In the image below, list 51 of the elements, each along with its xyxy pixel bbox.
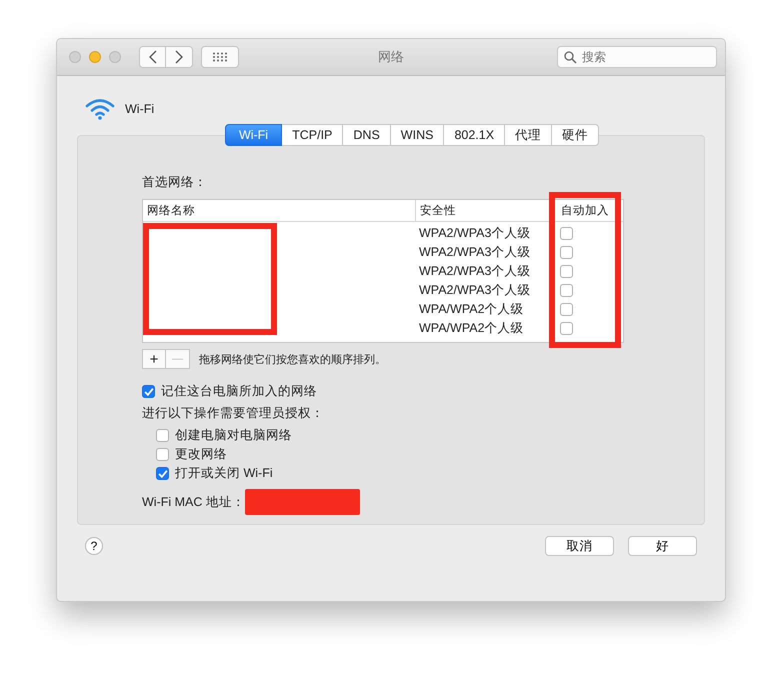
- mac-address-label: Wi-Fi MAC 地址：: [142, 494, 245, 510]
- tab[interactable]: 802.1X: [444, 124, 506, 146]
- search-field[interactable]: 搜索: [557, 46, 717, 68]
- add-button[interactable]: +: [142, 349, 166, 369]
- tab[interactable]: DNS: [343, 124, 391, 146]
- section-label: 进行以下操作需要管理员授权：: [142, 405, 325, 422]
- chevron-right-icon: [175, 50, 183, 64]
- checkbox[interactable]: [560, 265, 573, 278]
- interface-name: Wi-Fi: [125, 102, 154, 116]
- checkbox[interactable]: [156, 467, 169, 480]
- chevron-left-icon: [148, 50, 156, 64]
- checkbox[interactable]: [560, 227, 573, 240]
- tab[interactable]: WINS: [390, 124, 444, 146]
- tab[interactable]: 硬件: [552, 124, 600, 146]
- grid-icon: [212, 52, 228, 62]
- tab[interactable]: 代理: [505, 124, 552, 146]
- column-header[interactable]: 安全性: [415, 200, 550, 221]
- close-button[interactable]: [69, 51, 81, 63]
- checkbox-label: 打开或关闭 Wi-Fi: [175, 465, 273, 482]
- window-title: 网络: [377, 48, 405, 66]
- dialog-button[interactable]: 好: [628, 536, 697, 556]
- back-button[interactable]: [139, 46, 166, 68]
- column-header[interactable]: 自动加入: [550, 200, 623, 221]
- table-cell-text: WPA2/WPA3个人级: [418, 282, 532, 299]
- search-icon: [564, 51, 577, 64]
- section-label: 首选网络：: [142, 174, 208, 191]
- wifi-icon: [85, 98, 115, 120]
- help-button[interactable]: ?: [85, 537, 103, 555]
- dialog-button[interactable]: 取消: [545, 536, 614, 556]
- table-cell-text: WPA2/WPA3个人级: [418, 225, 532, 242]
- zoom-button[interactable]: [109, 51, 121, 63]
- tab[interactable]: TCP/IP: [282, 124, 344, 146]
- checkbox-label: 创建电脑对电脑网络: [175, 427, 292, 444]
- checkbox[interactable]: [560, 284, 573, 297]
- table-cell-text: WPA2/WPA3个人级: [418, 244, 532, 261]
- checkbox[interactable]: [156, 448, 169, 461]
- forward-button[interactable]: [166, 46, 193, 68]
- checkbox-label: 更改网络: [175, 446, 227, 463]
- minimize-button[interactable]: [89, 51, 101, 63]
- checkbox[interactable]: [560, 322, 573, 335]
- checkbox[interactable]: [156, 429, 169, 442]
- table-cell-text: WPA/WPA2个人级: [418, 320, 525, 337]
- hint-text: 拖移网络使它们按您喜欢的顺序排列。: [199, 352, 386, 366]
- column-header[interactable]: 网络名称: [143, 200, 415, 221]
- checkbox[interactable]: [560, 303, 573, 316]
- checkbox-label: 记住这台电脑所加入的网络: [161, 383, 317, 400]
- table-cell-text: WPA2/WPA3个人级: [418, 263, 532, 280]
- table-cell-text: WPA/WPA2个人级: [418, 301, 525, 318]
- checkbox[interactable]: [142, 385, 155, 398]
- checkbox[interactable]: [560, 246, 573, 259]
- show-all-button[interactable]: [201, 46, 239, 68]
